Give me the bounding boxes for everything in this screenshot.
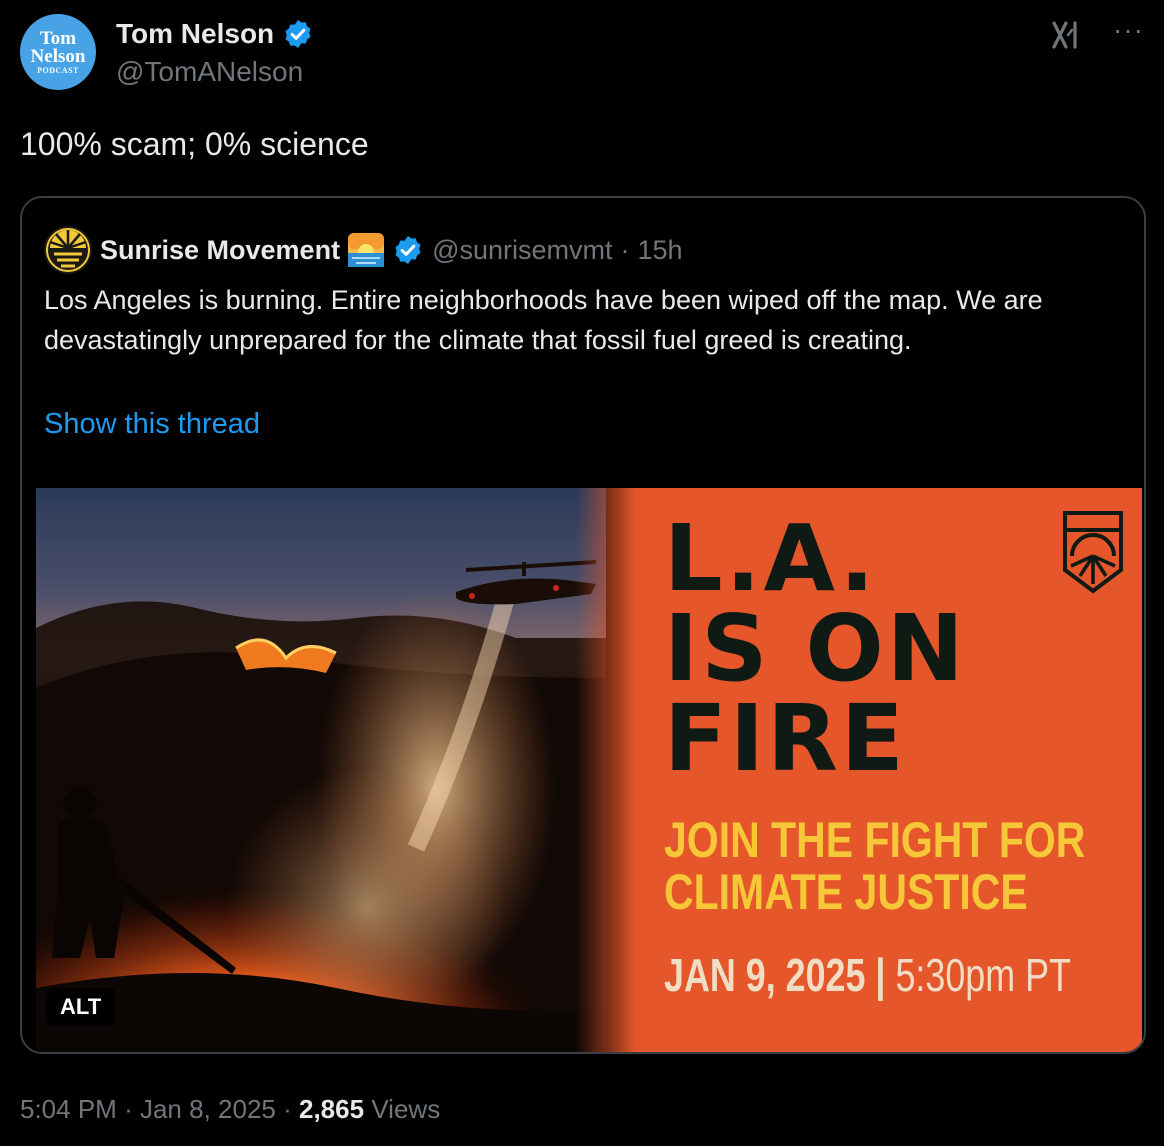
- avatar[interactable]: Tom Nelson PODCAST: [20, 14, 96, 90]
- quoted-author-name[interactable]: Sunrise Movement: [100, 235, 340, 266]
- poster-title-line1: L.A.: [664, 505, 878, 612]
- quoted-author-handle[interactable]: @sunrisemvmt: [432, 235, 612, 266]
- alt-text-badge[interactable]: ALT: [46, 988, 116, 1026]
- separator: ·: [283, 1094, 292, 1124]
- tweet-text: 100% scam; 0% science: [20, 126, 369, 162]
- show-thread-link[interactable]: Show this thread: [44, 408, 260, 441]
- quoted-timestamp[interactable]: 15h: [638, 235, 683, 266]
- avatar-text-line3: PODCAST: [37, 66, 79, 75]
- separator: ·: [124, 1094, 133, 1124]
- quoted-media[interactable]: L.A. IS ON FIRE JOIN THE FIGHT FOR CLIMA…: [36, 488, 1142, 1052]
- quoted-header: Sunrise Movement @sunrisemvmt · 15h: [44, 226, 683, 274]
- poster-title-line3: FIRE: [664, 685, 907, 792]
- poster-title: L.A. IS ON FIRE: [664, 505, 967, 792]
- author-name[interactable]: Tom Nelson: [116, 18, 274, 50]
- poster-title-line2: IS ON: [664, 595, 967, 702]
- tweet-time[interactable]: 5:04 PM: [20, 1094, 117, 1124]
- tweet-date[interactable]: Jan 8, 2025: [140, 1094, 276, 1124]
- author-name-row: Tom Nelson: [116, 18, 314, 50]
- views-label: Views: [371, 1094, 441, 1124]
- tweet-meta: 5:04 PM · Jan 8, 2025 · 2,865 Views: [20, 1094, 440, 1125]
- separator: ·: [620, 234, 630, 265]
- more-icon[interactable]: ···: [1113, 14, 1144, 46]
- sunrise-logo-icon: [1063, 511, 1123, 594]
- poster-date-value: JAN 9, 2025: [664, 949, 866, 1001]
- avatar-text-line2: Nelson: [30, 46, 86, 67]
- grok-icon[interactable]: [1050, 20, 1084, 50]
- verified-badge-icon: [395, 236, 421, 264]
- event-poster: L.A. IS ON FIRE JOIN THE FIGHT FOR CLIMA…: [576, 488, 1142, 1052]
- sunrise-avatar[interactable]: [44, 226, 92, 274]
- verified-badge-icon: [285, 20, 311, 48]
- quoted-tweet[interactable]: Sunrise Movement @sunrisemvmt · 15h Los …: [20, 196, 1146, 1054]
- views-count: 2,865: [299, 1094, 365, 1124]
- tweet-header: Tom Nelson PODCAST Tom Nelson @TomANelso…: [20, 14, 1144, 98]
- sunrise-emoji-icon: [348, 233, 385, 267]
- author-handle[interactable]: @TomANelson: [116, 56, 303, 88]
- poster-subtitle-line2: CLIMATE JUSTICE: [664, 864, 1028, 920]
- poster-time: 5:30pm PT: [895, 949, 1071, 1001]
- poster-date-separator: |: [875, 949, 886, 1001]
- quoted-text: Los Angeles is burning. Entire neighborh…: [44, 285, 1043, 355]
- poster-subtitle-line1: JOIN THE FIGHT FOR: [664, 812, 1086, 868]
- poster-subtitle: JOIN THE FIGHT FOR CLIMATE JUSTICE: [664, 814, 1085, 918]
- poster-date: JAN 9, 2025 | 5:30pm PT: [664, 948, 1071, 1002]
- wildfire-photo: [36, 488, 606, 1052]
